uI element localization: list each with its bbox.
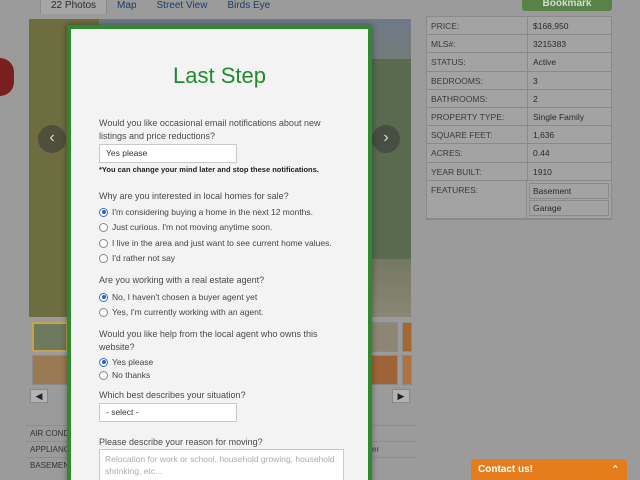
help-option-yes[interactable]: Yes please bbox=[99, 356, 153, 368]
detail-row-mls: MLS#: 3215383 bbox=[427, 35, 611, 54]
agent-option-yes[interactable]: Yes, I'm currently working with an agent… bbox=[99, 306, 264, 318]
tab-map[interactable]: Map bbox=[107, 0, 146, 14]
radio-icon bbox=[99, 370, 108, 380]
option-label: Just curious. I'm not moving anytime soo… bbox=[112, 222, 273, 232]
interest-option-curious[interactable]: Just curious. I'm not moving anytime soo… bbox=[99, 221, 272, 233]
thumbnail-scroll-right-icon[interactable]: ▶ bbox=[392, 389, 410, 403]
agent-question: Are you working with a real estate agent… bbox=[99, 275, 265, 285]
local-agent-help-question: Would you like help from the local agent… bbox=[99, 329, 318, 352]
tab-photos[interactable]: 22 Photos bbox=[40, 0, 108, 14]
detail-key: PRICE: bbox=[427, 17, 528, 35]
last-step-modal: Last Step Would you like occasional emai… bbox=[67, 25, 372, 480]
radio-icon bbox=[99, 253, 108, 263]
situation-question: Which best describes your situation? bbox=[99, 390, 246, 400]
tab-street-view[interactable]: Street View bbox=[147, 0, 218, 14]
radio-icon bbox=[99, 222, 108, 232]
moving-reason-question: Please describe your reason for moving? bbox=[99, 437, 263, 447]
agent-option-no[interactable]: No, I haven't chosen a buyer agent yet bbox=[99, 291, 257, 303]
option-label: No thanks bbox=[112, 370, 151, 380]
radio-icon bbox=[99, 307, 108, 317]
detail-row-square-feet: SQUARE FEET: 1,636 bbox=[427, 126, 611, 145]
detail-row-bathrooms: BATHROOMS: 2 bbox=[427, 89, 611, 108]
detail-key: BATHROOMS: bbox=[427, 89, 528, 107]
detail-value: Basement Garage bbox=[527, 181, 611, 218]
thumbnail[interactable] bbox=[402, 355, 412, 385]
radio-selected-icon bbox=[99, 292, 108, 302]
feature-tag: Basement bbox=[529, 182, 609, 199]
thumbnail[interactable] bbox=[32, 322, 68, 352]
notifications-note: *You can change your mind later and stop… bbox=[99, 165, 319, 174]
help-option-no[interactable]: No thanks bbox=[99, 369, 150, 381]
detail-value: $168,950 bbox=[533, 21, 569, 31]
detail-row-status: STATUS: Active bbox=[427, 53, 611, 72]
thumbnail[interactable] bbox=[32, 355, 68, 385]
detail-row-bedrooms: BEDROOMS: 3 bbox=[427, 71, 611, 90]
table-cell: AIR CONDI bbox=[30, 429, 72, 438]
table-cell: APPLIANC bbox=[30, 445, 70, 454]
interest-option-rather-not-say[interactable]: I'd rather not say bbox=[99, 252, 175, 264]
detail-row-property-type: PROPERTY TYPE: Single Family bbox=[427, 107, 611, 127]
previous-photo-icon[interactable]: ‹ bbox=[38, 125, 66, 153]
interest-question: Why are you interested in local homes fo… bbox=[99, 191, 289, 201]
contact-us-label: Contact us! bbox=[478, 464, 533, 475]
email-notifications-question: Would you like occasional email notifica… bbox=[99, 118, 321, 141]
modal-title: Last Step bbox=[173, 63, 266, 88]
bookmark-button[interactable]: Bookmark bbox=[522, 0, 612, 11]
detail-key: YEAR BUILT: bbox=[427, 162, 528, 180]
email-notifications-select[interactable]: Yes please bbox=[99, 144, 237, 163]
detail-row-acres: ACRES: 0.44 bbox=[427, 144, 611, 163]
detail-value: Active bbox=[533, 57, 557, 68]
detail-key: STATUS: bbox=[427, 53, 528, 71]
chevron-up-icon: ⌃ bbox=[611, 464, 619, 474]
detail-value: 0.44 bbox=[533, 148, 550, 159]
detail-row-year-built: YEAR BUILT: 1910 bbox=[427, 162, 611, 181]
moving-reason-textarea[interactable]: Relocation for work or school, household… bbox=[99, 449, 344, 480]
radio-selected-icon bbox=[99, 207, 108, 217]
interest-option-buying[interactable]: I'm considering buying a home in the nex… bbox=[99, 206, 313, 218]
option-label: I'd rather not say bbox=[112, 253, 176, 263]
detail-key: BEDROOMS: bbox=[427, 71, 528, 89]
photo-tree-right bbox=[371, 59, 411, 259]
detail-row-features: FEATURES: Basement Garage bbox=[427, 180, 611, 219]
detail-value: 2 bbox=[533, 93, 538, 104]
tab-birds-eye[interactable]: Birds Eye bbox=[217, 0, 280, 14]
detail-key: SQUARE FEET: bbox=[427, 126, 528, 144]
detail-value: 3215383 bbox=[533, 39, 567, 50]
detail-key: MLS#: bbox=[427, 35, 528, 53]
detail-key: FEATURES: bbox=[427, 180, 527, 218]
property-details-table: PRICE: $168,950 MLS#: 3215383 STATUS: Activ… bbox=[426, 16, 612, 220]
option-label: I live in the area and just want to see … bbox=[112, 238, 332, 248]
contact-us-button[interactable]: Contact us! ⌃ bbox=[471, 459, 627, 480]
option-label: I'm considering buying a home in the nex… bbox=[112, 207, 314, 217]
feature-tag: Garage bbox=[529, 199, 609, 216]
detail-row-price: PRICE: $168,950 bbox=[427, 17, 611, 36]
interest-option-home-values[interactable]: I live in the area and just want to see … bbox=[99, 237, 332, 249]
detail-value: 1,636 bbox=[533, 130, 555, 141]
radio-icon bbox=[99, 238, 108, 248]
site-logo bbox=[0, 58, 14, 96]
radio-selected-icon bbox=[99, 357, 108, 367]
detail-key: ACRES: bbox=[427, 144, 528, 162]
situation-select[interactable]: - select - bbox=[99, 403, 237, 422]
detail-value: 3 bbox=[533, 75, 538, 86]
option-label: Yes, I'm currently working with an agent… bbox=[112, 307, 264, 317]
detail-key: PROPERTY TYPE: bbox=[427, 107, 528, 126]
detail-value: Single Family bbox=[533, 111, 585, 122]
option-label: No, I haven't chosen a buyer agent yet bbox=[112, 292, 258, 302]
thumbnail-scroll-left-icon[interactable]: ◀ bbox=[30, 389, 48, 403]
option-label: Yes please bbox=[112, 357, 154, 367]
photo-tabs: 22 Photos Map Street View Birds Eye bbox=[40, 0, 280, 14]
thumbnail[interactable] bbox=[402, 322, 412, 352]
next-photo-icon[interactable]: › bbox=[372, 125, 400, 153]
detail-value: 1910 bbox=[533, 166, 552, 177]
